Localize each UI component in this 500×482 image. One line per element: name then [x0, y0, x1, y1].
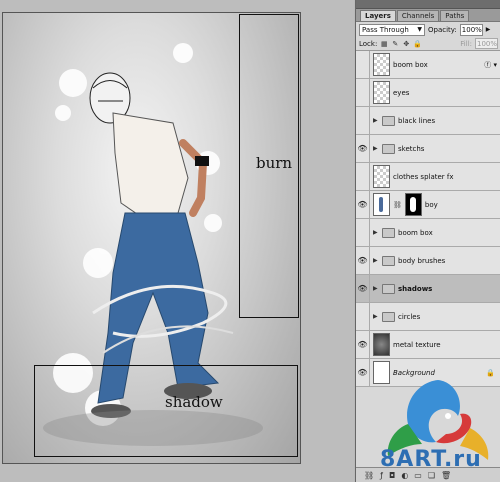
layer-name: black lines	[398, 116, 436, 125]
visibility-toggle[interactable]	[356, 219, 370, 246]
blend-mode-select[interactable]: Pass Through ▼	[359, 23, 425, 36]
eye-icon[interactable]: 👁	[356, 247, 370, 274]
visibility-toggle[interactable]	[356, 79, 370, 106]
expand-triangle-icon[interactable]: ▶	[373, 285, 379, 292]
layer-thumbnail	[373, 333, 390, 356]
eye-icon[interactable]: 👁	[356, 191, 370, 218]
folder-icon	[382, 255, 395, 266]
visibility-toggle[interactable]	[356, 51, 370, 78]
tab-layers[interactable]: Layers	[360, 10, 396, 21]
layer-thumbnail	[373, 193, 390, 216]
eye-icon[interactable]: 👁	[356, 135, 370, 162]
folder-icon	[382, 143, 395, 154]
fill-input[interactable]: 100%	[475, 38, 498, 49]
opacity-input[interactable]: 100%	[459, 23, 483, 36]
expand-triangle-icon[interactable]: ▶	[373, 229, 379, 236]
layer-name: boom box	[393, 60, 428, 69]
layer-name: eyes	[393, 88, 410, 97]
lock-label: Lock:	[359, 39, 378, 48]
lock-transparency-icon[interactable]: ▦	[380, 40, 388, 48]
layer-row[interactable]: 👁 ▶ sketchs	[356, 135, 500, 163]
lock-paint-icon[interactable]: ✎	[391, 40, 399, 48]
layer-name: clothes splater fx	[393, 172, 454, 181]
layer-thumbnail	[373, 81, 390, 104]
shadow-annotation-label: shadow	[165, 393, 223, 411]
blend-mode-value: Pass Through	[362, 25, 409, 34]
folder-icon	[382, 227, 395, 238]
link-icon[interactable]: ⛓	[393, 201, 402, 209]
layer-name: metal texture	[393, 340, 441, 349]
folder-icon	[382, 115, 395, 126]
layer-row[interactable]: clothes splater fx	[356, 163, 500, 191]
layer-row[interactable]: ▶ circles	[356, 303, 500, 331]
layer-row[interactable]: 👁 ⛓ boy	[356, 191, 500, 219]
burn-annotation-label: burn	[256, 154, 293, 172]
layer-row[interactable]: eyes	[356, 79, 500, 107]
layer-name: boy	[424, 200, 438, 209]
lock-all-icon[interactable]: 🔒	[413, 40, 422, 48]
expand-triangle-icon[interactable]: ▶	[373, 145, 379, 152]
layer-row[interactable]: ▶ boom box	[356, 219, 500, 247]
eye-icon[interactable]: 👁	[356, 331, 370, 358]
chevron-down-icon: ▼	[417, 26, 422, 33]
eye-icon[interactable]: 👁	[356, 275, 370, 302]
layers-list: boom box ⓕ ▾ eyes ▶ black lines 👁 ▶ sket…	[356, 51, 500, 387]
layer-row-selected[interactable]: 👁 ▶ shadows	[356, 275, 500, 303]
folder-icon	[382, 283, 395, 294]
shadow-area-box	[34, 365, 298, 457]
panel-titlebar[interactable]	[356, 0, 500, 9]
layer-name: body brushes	[398, 256, 446, 265]
blend-opacity-row: Pass Through ▼ Opacity: 100% ▶	[356, 22, 500, 37]
expand-triangle-icon[interactable]: ▶	[373, 313, 379, 320]
tab-channels[interactable]: Channels	[396, 10, 440, 21]
layer-row[interactable]: boom box ⓕ ▾	[356, 51, 500, 79]
layer-thumbnail	[373, 165, 390, 188]
layer-mask-thumbnail[interactable]	[404, 193, 422, 216]
layer-thumbnail	[373, 53, 390, 76]
layer-name: boom box	[398, 228, 433, 237]
layer-name: shadows	[398, 284, 433, 293]
watermark-text: 8ART.ru	[380, 447, 482, 472]
expand-triangle-icon[interactable]: ▶	[373, 117, 379, 124]
folder-icon	[382, 311, 395, 322]
layer-row[interactable]: 👁 ▶ body brushes	[356, 247, 500, 275]
visibility-toggle[interactable]	[356, 303, 370, 330]
lock-move-icon[interactable]: ✥	[402, 40, 410, 48]
visibility-toggle[interactable]	[356, 163, 370, 190]
tab-paths[interactable]: Paths	[440, 10, 470, 21]
fx-icon[interactable]: ⓕ ▾	[484, 60, 497, 70]
layer-name: circles	[398, 312, 421, 321]
opacity-arrow-icon[interactable]: ▶	[486, 26, 491, 33]
artwork-canvas[interactable]: burn shadow	[2, 12, 301, 464]
layer-row[interactable]: ▶ black lines	[356, 107, 500, 135]
lock-fill-row: Lock: ▦ ✎ ✥ 🔒 Fill: 100%	[356, 37, 500, 51]
eye-icon[interactable]: 👁	[356, 359, 370, 386]
link-layers-icon[interactable]: ⛓	[364, 471, 374, 480]
layer-row[interactable]: 👁 metal texture	[356, 331, 500, 359]
opacity-label: Opacity:	[428, 25, 457, 34]
fill-label: Fill:	[460, 39, 472, 48]
document-canvas-area: burn shadow	[0, 0, 354, 482]
layer-name: sketchs	[398, 144, 425, 153]
visibility-toggle[interactable]	[356, 107, 370, 134]
panel-tabs: Layers Channels Paths	[356, 9, 500, 22]
expand-triangle-icon[interactable]: ▶	[373, 257, 379, 264]
